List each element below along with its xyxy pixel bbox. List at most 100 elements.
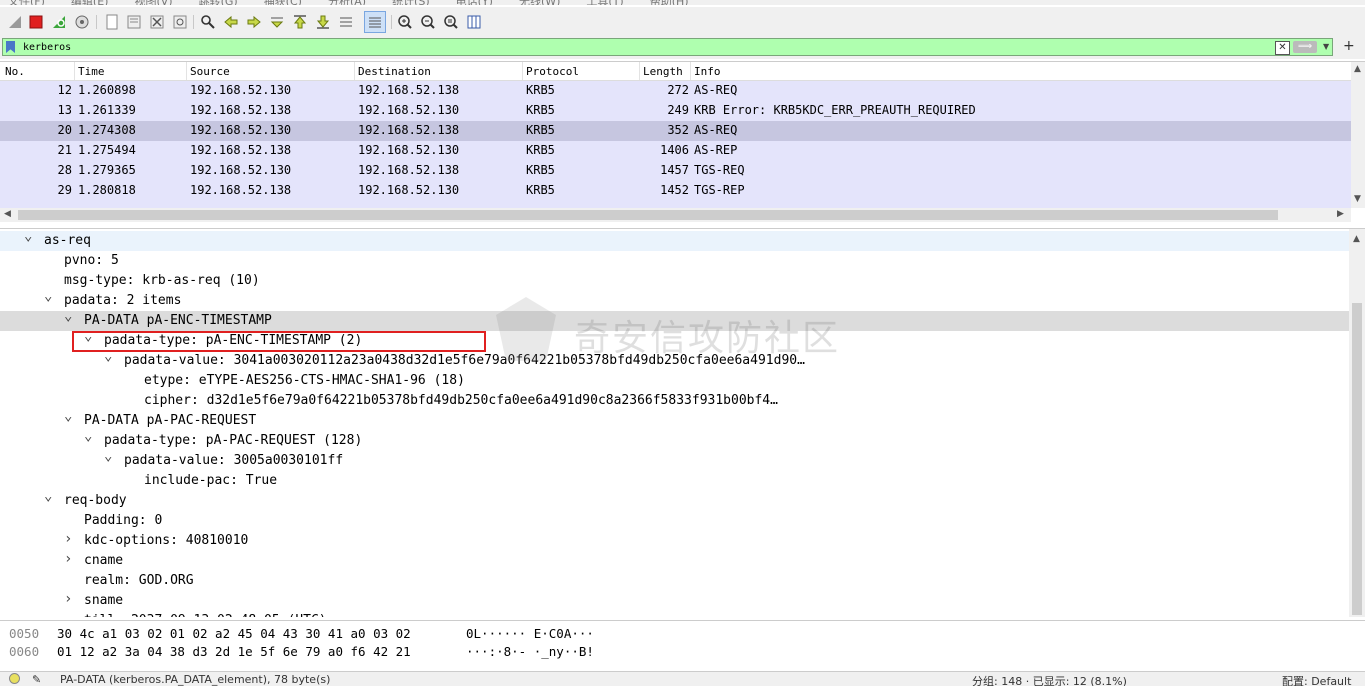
menu-item[interactable]: 分析(A)	[328, 0, 366, 5]
expand-chevron-down-icon[interactable]: ⌄	[104, 448, 112, 464]
scroll-left-arrow-icon[interactable]: ◀	[4, 209, 11, 219]
detail-tree-node[interactable]: realm: GOD.ORG	[0, 571, 1349, 591]
restart-icon[interactable]	[50, 13, 68, 31]
reload-icon[interactable]	[171, 13, 189, 31]
detail-tree-node[interactable]: › cname	[0, 551, 1349, 571]
collapse-chevron-right-icon[interactable]: ›	[64, 591, 72, 607]
expert-info-indicator-icon[interactable]	[9, 673, 20, 684]
expand-chevron-down-icon[interactable]: ⌄	[44, 488, 52, 504]
auto-scroll-icon[interactable]	[337, 13, 355, 31]
expand-chevron-down-icon[interactable]: ⌄	[24, 229, 32, 244]
bytes-ascii[interactable]: ···:·8·- ·_ny··B!	[466, 644, 594, 659]
detail-tree-node[interactable]: ⌄ padata: 2 items	[0, 288, 1349, 311]
scroll-right-arrow-icon[interactable]: ▶	[1337, 209, 1344, 219]
detail-tree-node[interactable]: ⌄ req-body	[0, 488, 1349, 511]
go-first-icon[interactable]	[291, 13, 309, 31]
zoom-out-icon[interactable]	[419, 13, 437, 31]
collapse-chevron-right-icon[interactable]: ›	[64, 551, 72, 567]
column-header-protocol[interactable]: Protocol	[526, 65, 579, 78]
go-last-icon[interactable]	[314, 13, 332, 31]
close-file-icon[interactable]	[148, 13, 166, 31]
filter-dropdown-chevron-icon[interactable]: ▼	[1323, 42, 1329, 51]
menu-item[interactable]: 编辑(E)	[71, 0, 109, 5]
expand-chevron-down-icon[interactable]: ⌄	[84, 428, 92, 444]
column-header-source[interactable]: Source	[190, 65, 230, 78]
packet-row[interactable]: 13 1.261339 192.168.52.138 192.168.52.130 KR…	[0, 101, 1351, 121]
detail-tree-node[interactable]: › sname	[0, 591, 1349, 611]
detail-tree-node[interactable]: pvno: 5	[0, 251, 1349, 271]
edit-comment-icon[interactable]: ✎	[32, 673, 41, 686]
scroll-up-arrow-icon[interactable]: ▲	[1353, 234, 1360, 244]
expand-chevron-down-icon[interactable]: ⌄	[64, 408, 72, 424]
colorize-icon[interactable]	[364, 11, 386, 33]
horizontal-scroll-thumb[interactable]	[18, 210, 1278, 220]
menu-item[interactable]: 统计(S)	[392, 0, 430, 5]
menu-item[interactable]: 无线(W)	[519, 0, 560, 5]
go-back-icon[interactable]	[222, 13, 240, 31]
bytes-hex[interactable]: 01 12 a2 3a 04 38 d3 2d 1e 5f 6e 79 a0 f…	[57, 644, 411, 659]
column-header-no[interactable]: No.	[5, 65, 25, 78]
expand-chevron-down-icon[interactable]: ⌄	[64, 308, 72, 324]
column-header-length[interactable]: Length	[643, 65, 683, 78]
detail-tree-node[interactable]: till: 2037-09-13 02:48:05 (UTC)	[0, 611, 1349, 617]
menu-item[interactable]: 跳转(G)	[199, 0, 238, 5]
packet-row[interactable]: 29 1.280818 192.168.52.138 192.168.52.130 KR…	[0, 181, 1351, 201]
detail-tree-node[interactable]: Padding: 0	[0, 511, 1349, 531]
menu-item[interactable]: 帮助(H)	[650, 0, 689, 5]
go-to-packet-icon[interactable]	[268, 13, 286, 31]
packet-list-horizontal-scrollbar[interactable]: ◀ ▶	[0, 208, 1351, 222]
save-icon[interactable]	[125, 13, 143, 31]
stop-icon[interactable]	[27, 13, 45, 31]
column-header-info[interactable]: Info	[694, 65, 721, 78]
packet-row[interactable]: 20 1.274308 192.168.52.130 192.168.52.138 KR…	[0, 121, 1351, 141]
zoom-in-icon[interactable]	[396, 13, 414, 31]
apply-filter-arrow-icon[interactable]: ⟹	[1293, 41, 1317, 53]
detail-node-label: include-pac: True	[144, 473, 278, 488]
filter-bookmark-icon[interactable]	[6, 41, 15, 53]
packet-length: 352	[667, 123, 689, 137]
details-scroll-thumb[interactable]	[1352, 303, 1362, 615]
bytes-hex[interactable]: 30 4c a1 03 02 01 02 a2 45 04 43 30 41 a…	[57, 626, 411, 641]
toolbar-separator	[391, 15, 392, 29]
menu-item[interactable]: 工具(T)	[586, 0, 623, 5]
go-forward-icon[interactable]	[245, 13, 263, 31]
menu-item[interactable]: 捕获(C)	[264, 0, 302, 5]
clear-filter-icon[interactable]: ✕	[1275, 41, 1290, 55]
menu-item[interactable]: 文件(F)	[8, 0, 45, 5]
open-icon[interactable]	[103, 13, 121, 31]
find-icon[interactable]	[199, 13, 217, 31]
resize-columns-icon[interactable]	[465, 13, 483, 31]
packet-row[interactable]: 21 1.275494 192.168.52.138 192.168.52.130 KR…	[0, 141, 1351, 161]
column-header-time[interactable]: Time	[78, 65, 105, 78]
add-filter-button-plus-icon[interactable]: +	[1343, 38, 1355, 54]
display-filter-input[interactable]	[23, 39, 1223, 55]
zoom-normal-icon[interactable]	[442, 13, 460, 31]
packet-row[interactable]: 28 1.279365 192.168.52.130 192.168.52.138 KR…	[0, 161, 1351, 181]
menu-item[interactable]: 视图(V)	[134, 0, 172, 5]
expand-chevron-down-icon[interactable]: ⌄	[44, 288, 52, 304]
detail-tree-node[interactable]: cipher: d32d1e5f6e79a0f64221b05378bfd49d…	[0, 391, 1349, 411]
packet-row-partial[interactable]	[0, 201, 1351, 208]
bytes-ascii[interactable]: 0L······ E·C0A···	[466, 626, 594, 641]
detail-tree-node[interactable]: ⌄ padata-value: 3041a003020112a23a0438d32…	[0, 348, 1349, 371]
detail-tree-node[interactable]: msg-type: krb-as-req (10)	[0, 271, 1349, 291]
packet-row[interactable]: 12 1.260898 192.168.52.130 192.168.52.138 KR…	[0, 81, 1351, 101]
column-header-destination[interactable]: Destination	[358, 65, 431, 78]
capture-options-icon[interactable]	[73, 13, 91, 31]
scroll-up-arrow-icon[interactable]: ▲	[1354, 64, 1361, 74]
detail-tree-node[interactable]: ⌄ as-req	[0, 229, 1349, 251]
detail-tree-node[interactable]: ⌄ padata-value: 3005a0030101ff	[0, 448, 1349, 471]
packet-list-vertical-scrollbar[interactable]: ▲ ▼	[1351, 62, 1365, 208]
shark-fin-start-icon[interactable]	[6, 13, 24, 31]
detail-tree-node[interactable]: ⌄ padata-type: pA-PAC-REQUEST (128)	[0, 428, 1349, 451]
menu-item[interactable]: 电话(Y)	[456, 0, 493, 5]
scroll-down-arrow-icon[interactable]: ▼	[1354, 194, 1361, 204]
detail-tree-node[interactable]: ⌄ PA-DATA pA-PAC-REQUEST	[0, 408, 1349, 431]
detail-tree-node[interactable]: include-pac: True	[0, 471, 1349, 491]
status-profile[interactable]: 配置: Default	[1282, 673, 1351, 686]
collapse-chevron-right-icon[interactable]: ›	[64, 531, 72, 547]
detail-tree-node[interactable]: ⌄ PA-DATA pA-ENC-TIMESTAMP	[0, 308, 1349, 331]
details-vertical-scrollbar[interactable]: ▲	[1349, 229, 1365, 617]
detail-tree-node[interactable]: › kdc-options: 40810010	[0, 531, 1349, 551]
detail-tree-node[interactable]: etype: eTYPE-AES256-CTS-HMAC-SHA1-96 (18…	[0, 371, 1349, 391]
